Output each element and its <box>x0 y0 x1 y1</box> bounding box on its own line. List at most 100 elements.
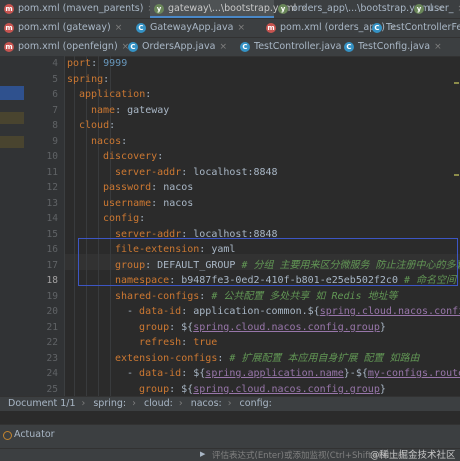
editor-scrollbar[interactable] <box>452 56 460 396</box>
line-number: 24 <box>46 368 58 379</box>
code-line[interactable]: spring: <box>67 72 109 88</box>
editor-tab-label: pom.xml (maven_parents) <box>18 3 144 14</box>
code-key: group <box>139 383 170 395</box>
editor-tab-label: OrdersApp.java <box>142 41 216 52</box>
editor-tab[interactable]: C GatewayApp.java × <box>132 19 262 37</box>
code-line[interactable]: discovery: <box>103 149 163 165</box>
code-token: : nacos <box>151 197 194 209</box>
close-tab-icon[interactable]: × <box>219 42 227 52</box>
code-key: password <box>103 182 152 193</box>
editor-tab[interactable]: m pom.xml (openfeign) × <box>0 38 129 56</box>
code-token: : <box>91 58 104 69</box>
code-key: config <box>103 213 140 224</box>
line-number: 14 <box>46 213 58 224</box>
code-line[interactable]: - data-id: ${spring.application.name}-${… <box>127 366 460 382</box>
code-line[interactable]: username: nacos <box>103 196 193 212</box>
line-number: 25 <box>46 383 58 395</box>
annotation-highlight-box <box>78 238 458 286</box>
code-line[interactable]: group: ${spring.cloud.nacos.config.group… <box>139 382 386 397</box>
editor-tab[interactable]: C TestConfig.java × <box>340 38 460 56</box>
code-line[interactable]: extension-configs: # 扩展配置 本应用自身扩展 配置 如路由 <box>115 351 420 367</box>
code-comment: # 公共配置 多处共享 如 Redis 地址等 <box>211 290 398 302</box>
line-number: 12 <box>46 182 58 193</box>
code-key: server-addr <box>115 166 182 178</box>
yaml-icon: y <box>154 4 164 14</box>
code-line[interactable]: shared-configs: # 公共配置 多处共享 如 Redis 地址等 <box>115 289 398 305</box>
code-line[interactable]: refresh: true <box>139 335 217 351</box>
code-token: }-${ <box>343 368 368 379</box>
expand-icon[interactable]: ▶ <box>200 450 205 458</box>
code-token: : application-common.${ <box>181 306 320 317</box>
code-key: discovery <box>103 151 158 162</box>
actuator-tab[interactable]: Actuator <box>14 429 55 440</box>
breadcrumb-item[interactable]: Document 1/1 <box>8 398 76 409</box>
editor-tab[interactable]: yuser_× <box>410 0 460 18</box>
code-line[interactable]: password: nacos <box>103 180 193 196</box>
code-line[interactable]: config: <box>103 211 145 227</box>
code-comment: # 扩展配置 本应用自身扩展 配置 如路由 <box>229 352 420 364</box>
code-editor[interactable]: port: 9999 spring: application: name: gatew… <box>65 56 460 396</box>
breadcrumb-item[interactable]: nacos: <box>191 398 222 409</box>
code-key: port <box>67 58 92 69</box>
editor-tab[interactable]: y orders_app\...\bootstrap.yaml × <box>274 0 444 18</box>
editor-tab[interactable]: y gateway\...\bootstrap.yaml × <box>150 0 308 18</box>
code-line[interactable]: application: <box>79 87 151 103</box>
editor-tab[interactable]: C OrdersApp.java × <box>124 38 236 56</box>
close-tab-icon[interactable]: × <box>237 23 245 33</box>
code-token: : <box>181 337 194 348</box>
close-tab-icon[interactable]: × <box>434 42 442 52</box>
editor-tab[interactable]: mpom.xml (maven_parents)× <box>0 0 155 18</box>
breadcrumb-item[interactable]: config: <box>240 398 272 409</box>
code-key: extension-configs <box>115 352 218 364</box>
breadcrumb[interactable]: Document 1/1 › spring: › cloud: › nacos: › confi… <box>0 396 460 411</box>
run-tool-bar: Actuator <box>0 424 460 449</box>
code-token: : <box>103 73 110 85</box>
editor-tab[interactable]: CTestController.java× <box>236 38 353 56</box>
breadcrumb-item[interactable]: spring: <box>93 398 126 409</box>
java-class-icon: C <box>240 42 250 52</box>
maven-icon: m <box>4 4 14 14</box>
code-line[interactable]: server-addr: localhost:8848 <box>115 165 278 181</box>
line-number: 23 <box>46 352 58 364</box>
editor-tab-label: TestConfig.java <box>358 41 431 52</box>
editor-tab[interactable]: m pom.xml (orders_app) × <box>262 19 397 37</box>
actuator-icon[interactable] <box>3 431 12 440</box>
editor-tab-row-3: m pom.xml (openfeign) × C OrdersApp.java × C Te… <box>0 38 460 57</box>
code-token: : gateway <box>115 104 170 116</box>
maven-icon: m <box>4 23 14 33</box>
breadcrumb-separator: › <box>178 398 183 409</box>
code-key: nacos <box>91 135 122 147</box>
code-line[interactable]: name: gateway <box>91 103 169 119</box>
code-line[interactable]: cloud: <box>79 118 115 134</box>
code-token: : <box>157 151 164 162</box>
code-token: - <box>127 368 140 379</box>
code-token: : <box>217 352 230 364</box>
editor-tab-label: pom.xml (gateway) <box>18 22 111 33</box>
java-class-icon: C <box>344 42 354 52</box>
editor-tab[interactable]: m pom.xml (gateway) × <box>0 19 132 37</box>
code-key: data-id <box>139 368 182 379</box>
code-line[interactable]: nacos: <box>91 134 127 150</box>
selection-marker <box>0 86 24 100</box>
close-tab-icon[interactable]: × <box>115 23 123 33</box>
code-line[interactable]: - data-id: application-common.${spring.c… <box>127 304 460 320</box>
code-line[interactable]: group: ${spring.cloud.nacos.config.group… <box>139 320 386 336</box>
editor-tab-label: user_ <box>428 3 454 14</box>
yaml-icon: y <box>414 4 424 14</box>
indent-guide <box>86 56 87 396</box>
editor-tab[interactable]: CTestControllerFeign.java× <box>368 19 460 37</box>
code-key: spring <box>67 73 104 85</box>
code-token: spring.cloud.nacos.config.group <box>193 321 380 333</box>
line-number: 8 <box>52 120 58 131</box>
java-class-icon: C <box>136 23 146 33</box>
code-token: : <box>109 120 116 131</box>
breadcrumb-item[interactable]: cloud: <box>144 398 173 409</box>
line-number: 18 <box>46 275 58 286</box>
code-token: : nacos <box>151 182 194 193</box>
code-line[interactable]: port: 9999 <box>67 56 127 72</box>
breadcrumb-separator: › <box>81 398 86 409</box>
selection-marker <box>0 112 24 124</box>
code-token: : <box>199 290 212 302</box>
scroll-marker <box>454 174 459 176</box>
line-number: 19 <box>46 290 58 302</box>
